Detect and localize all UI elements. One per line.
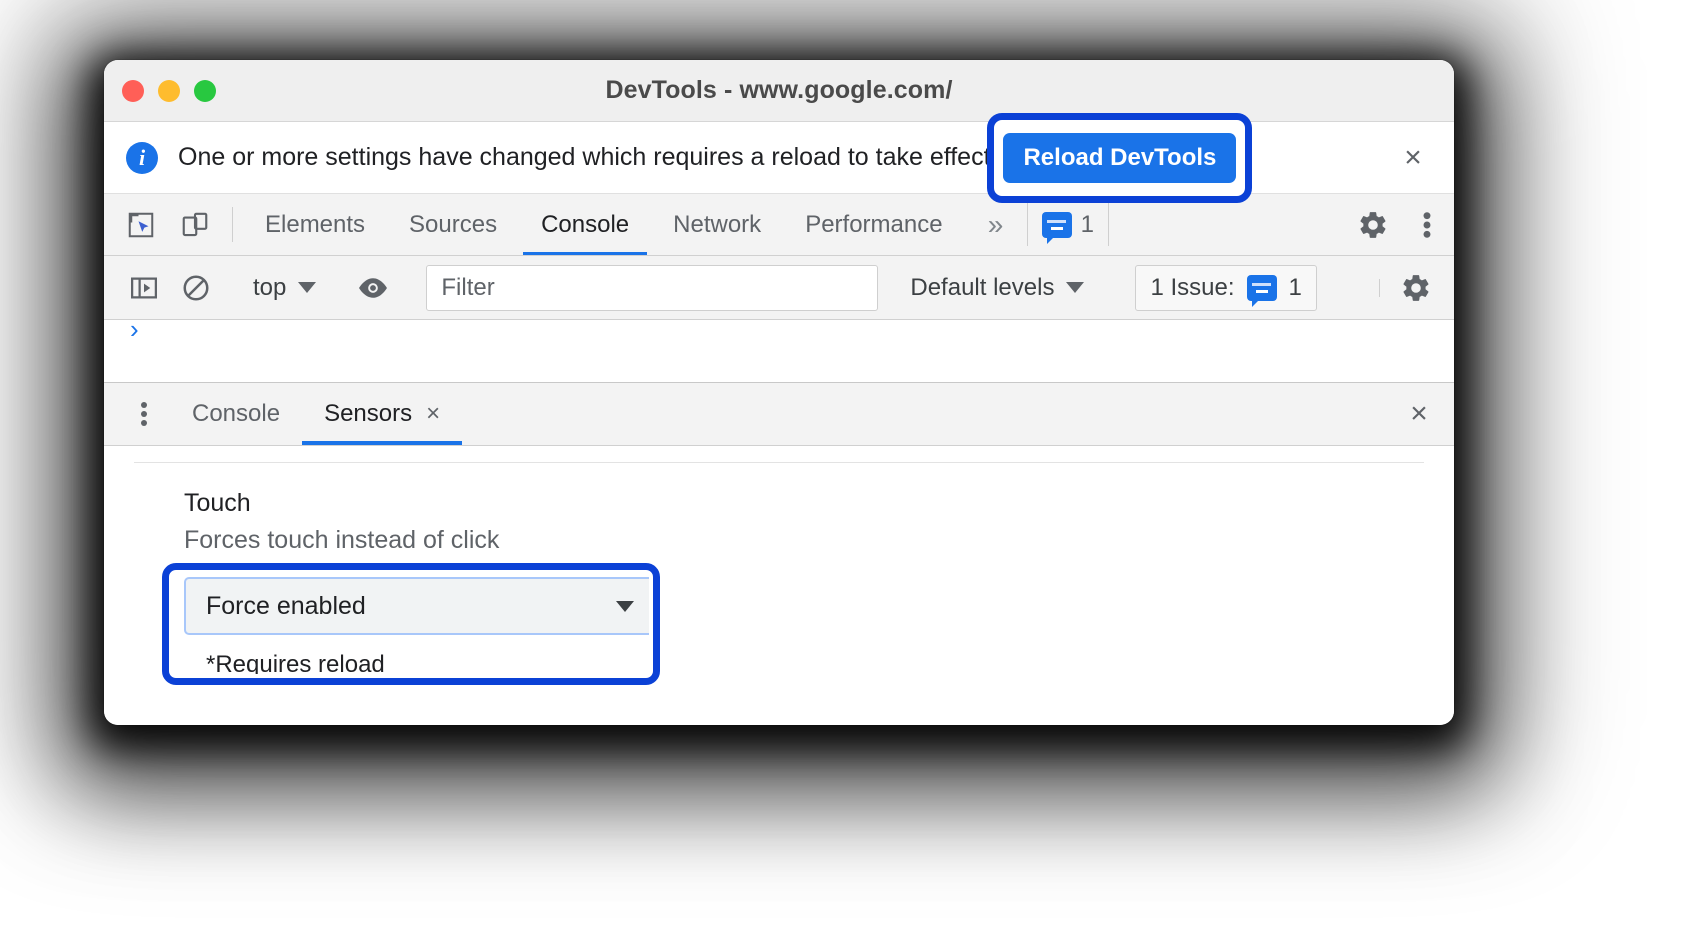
log-levels-label: Default levels [910, 273, 1055, 301]
console-output-area[interactable]: › [104, 316, 1454, 382]
console-settings-gear-icon[interactable] [1390, 266, 1442, 310]
kebab-menu-icon[interactable] [1400, 194, 1454, 255]
window-title: DevTools - www.google.com/ [605, 76, 953, 104]
console-sidebar-icon[interactable] [118, 266, 170, 310]
drawer-tab-label: Console [192, 400, 281, 427]
execution-context-label: top [253, 273, 287, 301]
tab-network[interactable]: Network [651, 194, 783, 255]
tab-console[interactable]: Console [519, 194, 651, 255]
sensors-panel: Touch Forces touch instead of click Forc… [104, 462, 1454, 725]
close-window-button[interactable] [122, 79, 144, 102]
tab-label: Console [541, 210, 630, 238]
close-infobar-button[interactable]: × [1390, 135, 1436, 181]
close-drawer-button[interactable]: × [1384, 383, 1454, 445]
issues-summary-count: 1 [1288, 273, 1302, 301]
settings-reload-infobar: i One or more settings have changed whic… [104, 112, 1454, 203]
toolbar-divider [232, 207, 233, 242]
console-prompt-icon: › [130, 314, 139, 344]
touch-section-description: Forces touch instead of click [184, 526, 500, 554]
drawer-tabbar: Console Sensors × × [104, 382, 1454, 446]
issue-bubble-icon [1246, 274, 1277, 307]
touch-setting-highlight: Force enabled *Requires reload [162, 563, 660, 685]
issues-summary-label: 1 Issue: [1150, 273, 1235, 301]
log-levels-selector[interactable]: Default levels [898, 274, 1096, 302]
more-tabs-chevron-icon[interactable]: » [965, 194, 1027, 255]
screenshot-canvas: DevTools - www.google.com/ i One or more… [0, 0, 1698, 936]
requires-reload-note: *Requires reload [206, 651, 385, 678]
traffic-light-buttons[interactable] [122, 79, 216, 102]
filterbar-right-actions [1369, 266, 1442, 310]
issue-bubble-icon [1041, 211, 1072, 244]
zoom-window-button[interactable] [194, 79, 216, 102]
window-title-bar: DevTools - www.google.com/ [104, 60, 1454, 122]
filterbar-divider-5 [1379, 278, 1380, 297]
inspect-element-icon[interactable] [114, 194, 168, 255]
drawer-tab-label: Sensors [324, 400, 413, 427]
drawer-tab-console[interactable]: Console [170, 383, 302, 445]
close-sensors-tab-icon[interactable]: × [426, 400, 440, 428]
touch-select[interactable]: Force enabled [184, 577, 654, 635]
clear-console-icon[interactable] [170, 266, 222, 310]
console-filter-toolbar: top Default levels 1 Issue: [104, 256, 1454, 320]
drawer-kebab-icon[interactable] [118, 383, 170, 445]
infobar-message: One or more settings have changed which … [178, 143, 998, 171]
reload-devtools-button[interactable]: Reload DevTools [1003, 132, 1237, 183]
reload-devtools-highlight: Reload DevTools [987, 112, 1253, 203]
live-expression-eye-icon[interactable] [347, 266, 399, 310]
execution-context-selector[interactable]: top [243, 274, 326, 302]
tab-label: Performance [805, 210, 943, 238]
devtools-window: DevTools - www.google.com/ i One or more… [104, 60, 1454, 725]
touch-select-value: Force enabled [206, 591, 366, 620]
drawer-tab-sensors[interactable]: Sensors × [302, 383, 463, 445]
tab-elements[interactable]: Elements [243, 194, 387, 255]
device-toolbar-icon[interactable] [168, 194, 222, 255]
touch-section-title: Touch [184, 489, 251, 517]
gear-icon[interactable] [1346, 194, 1400, 255]
minimize-window-button[interactable] [158, 79, 180, 102]
filter-input[interactable] [426, 264, 879, 311]
issues-counter-button[interactable]: 1 [1026, 203, 1109, 246]
issues-summary-button[interactable]: 1 Issue: 1 [1135, 264, 1317, 311]
info-icon: i [126, 141, 158, 174]
tab-label: Sources [409, 210, 498, 238]
chevron-down-icon [298, 282, 317, 293]
issues-count: 1 [1080, 210, 1094, 238]
devtools-main-tabbar: Elements Sources Console Network Perform… [104, 194, 1454, 256]
tab-sources[interactable]: Sources [387, 194, 519, 255]
chevron-down-icon [1066, 282, 1085, 293]
tab-label: Elements [265, 210, 366, 238]
tabbar-right-actions [1346, 194, 1454, 255]
chevron-down-icon [616, 600, 634, 612]
touch-section: Touch Forces touch instead of click Forc… [134, 463, 1424, 685]
tab-label: Network [673, 210, 762, 238]
tab-performance[interactable]: Performance [783, 194, 964, 255]
